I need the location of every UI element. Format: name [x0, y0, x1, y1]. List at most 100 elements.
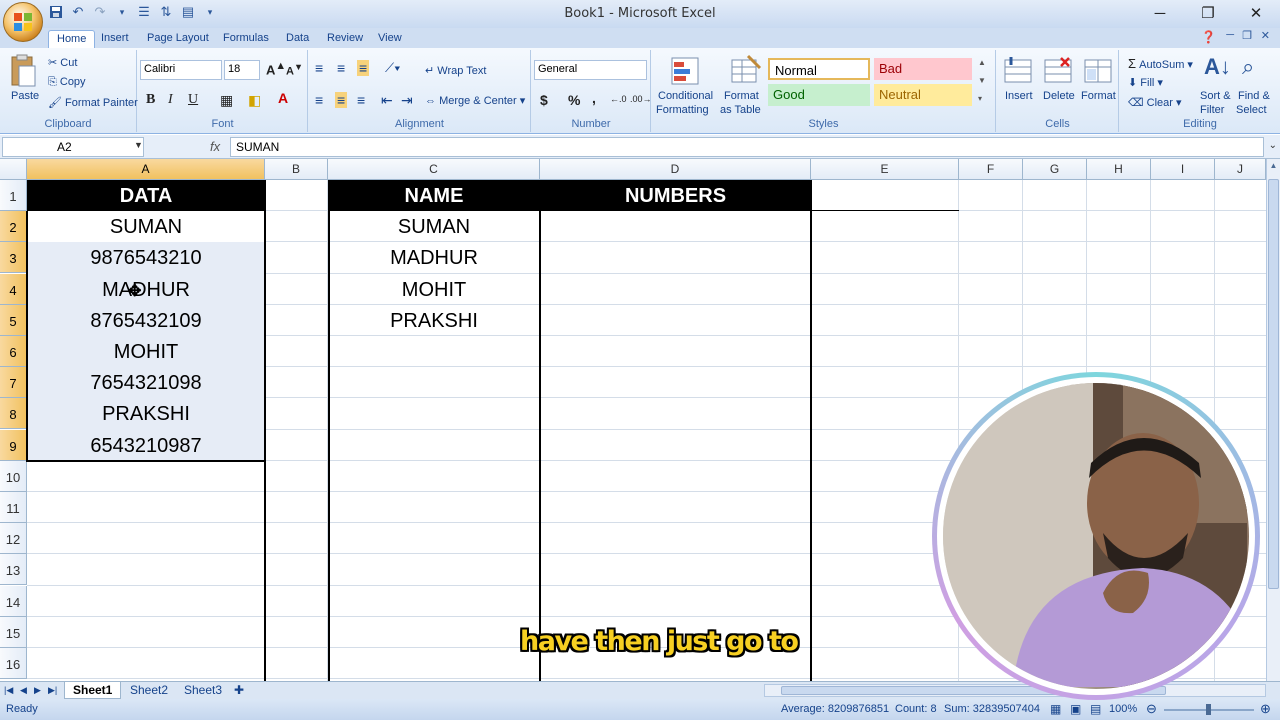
bottom-align-icon[interactable]: ≡ — [357, 60, 370, 76]
paste-icon[interactable] — [6, 54, 40, 90]
increase-decimal-icon[interactable]: ←.0 — [610, 94, 627, 104]
format-painter-button[interactable]: 🖌 Format Painter — [48, 96, 138, 109]
sheet-tab-2[interactable]: Sheet2 — [126, 682, 172, 699]
close-workbook-icon[interactable]: ✕ — [1261, 29, 1270, 42]
format-cells-button[interactable]: Format — [1081, 90, 1116, 102]
restore-button[interactable]: ❐ — [1184, 0, 1232, 26]
row-header-16[interactable]: 16 — [0, 648, 27, 679]
page-break-view-icon[interactable]: ▤ — [1090, 702, 1101, 716]
row-header-11[interactable]: 11 — [0, 492, 27, 523]
name-box[interactable]: A2 — [2, 137, 144, 157]
insert-cells-button[interactable]: Insert — [1005, 90, 1033, 102]
page-layout-view-icon[interactable]: ▣ — [1070, 702, 1081, 716]
data-cell[interactable]: MADHUR — [27, 274, 265, 305]
tab-view[interactable]: View — [370, 30, 410, 48]
middle-align-icon[interactable]: ≡ — [337, 60, 345, 76]
underline-button[interactable]: U — [188, 92, 198, 108]
fill-color-icon[interactable]: ◧ — [248, 92, 261, 109]
row-header-6[interactable]: 6 — [0, 336, 27, 367]
sort-filter-button[interactable]: Sort & — [1200, 90, 1231, 102]
row-header-7[interactable]: 7 — [0, 367, 27, 399]
column-header-d[interactable]: D — [540, 159, 811, 180]
styles-scroll-down-icon[interactable]: ▼ — [978, 76, 986, 85]
column-header-i[interactable]: I — [1151, 159, 1215, 180]
merge-center-button[interactable]: ⇔ Merge & Center ▾ — [425, 94, 525, 107]
sheet-tab-3[interactable]: Sheet3 — [180, 682, 226, 699]
row-header-4[interactable]: 4 — [0, 273, 27, 305]
formula-input[interactable]: SUMAN — [230, 137, 1264, 157]
fill-button[interactable]: ⬇ Fill ▾ — [1128, 76, 1163, 89]
tab-home[interactable]: Home — [48, 30, 96, 48]
data-cell[interactable]: 8765432109 — [27, 305, 265, 336]
name-cell[interactable]: PRAKSHI — [328, 305, 540, 336]
horizontal-scrollbar[interactable] — [764, 684, 1266, 697]
minimize-workbook-icon[interactable]: ─ — [1226, 29, 1234, 41]
close-button[interactable]: ✕ — [1232, 0, 1280, 26]
paste-button[interactable]: Paste — [11, 90, 39, 102]
align-right-icon[interactable]: ≡ — [357, 92, 365, 108]
number-format-select[interactable]: General — [534, 60, 647, 80]
zoom-in-icon[interactable]: ⊕ — [1260, 701, 1271, 717]
row-header-3[interactable]: 3 — [0, 242, 27, 274]
format-as-table-button[interactable]: Format — [724, 90, 759, 102]
data-cell[interactable]: 7654321098 — [27, 367, 265, 398]
last-sheet-icon[interactable]: ▶| — [48, 682, 57, 699]
delete-cells-button[interactable]: Delete — [1043, 90, 1075, 102]
style-bad[interactable]: Bad — [874, 58, 972, 80]
expand-formula-icon[interactable]: ⌄ — [1269, 140, 1277, 151]
column-header-c[interactable]: C — [328, 159, 540, 180]
top-align-icon[interactable]: ≡ — [315, 60, 323, 76]
comma-button[interactable]: , — [592, 90, 596, 106]
bold-button[interactable]: B — [146, 92, 155, 108]
shrink-font-button[interactable]: A▼ — [286, 62, 303, 78]
orientation-icon[interactable]: ⟋▾ — [385, 60, 400, 76]
sheet-tab-1[interactable]: Sheet1 — [64, 682, 122, 699]
format-cells-icon[interactable] — [1083, 54, 1113, 89]
style-good[interactable]: Good — [768, 84, 870, 106]
percent-button[interactable]: % — [568, 92, 580, 108]
clear-button[interactable]: ⌫ Clear ▾ — [1128, 96, 1182, 109]
column-header-a[interactable]: A — [27, 159, 265, 180]
binoculars-icon[interactable]: ⌕ — [1242, 54, 1254, 80]
italic-button[interactable]: I — [168, 92, 173, 108]
tab-formulas[interactable]: Formulas — [215, 30, 277, 48]
borders-icon[interactable]: ▦ — [220, 92, 233, 109]
grow-font-button[interactable]: A▲ — [266, 60, 286, 77]
name-header-cell[interactable]: NAME — [328, 180, 540, 211]
data-cell[interactable]: 6543210987 — [27, 430, 265, 461]
vertical-scroll-thumb[interactable] — [1268, 179, 1279, 589]
column-header-e[interactable]: E — [811, 159, 959, 180]
cut-button[interactable]: ✂ Cut — [48, 56, 77, 69]
normal-view-icon[interactable]: ▦ — [1050, 702, 1061, 716]
style-neutral[interactable]: Neutral — [874, 84, 972, 106]
conditional-formatting-button[interactable]: Conditional — [658, 90, 713, 102]
minimize-button[interactable]: ─ — [1136, 0, 1184, 26]
copy-button[interactable]: ⎘ Copy — [48, 76, 86, 89]
next-sheet-icon[interactable]: ▶ — [34, 682, 41, 699]
row-header-1[interactable]: 1 — [0, 180, 27, 211]
conditional-formatting-icon[interactable] — [668, 54, 708, 90]
styles-scroll-up-icon[interactable]: ▲ — [978, 58, 986, 67]
tab-review[interactable]: Review — [319, 30, 371, 48]
name-cell[interactable]: SUMAN — [328, 211, 540, 242]
align-left-icon[interactable]: ≡ — [315, 92, 323, 108]
scroll-up-icon[interactable]: ▲ — [1268, 161, 1279, 173]
wrap-text-button[interactable]: ↵ Wrap Text — [425, 64, 486, 77]
data-header-cell[interactable]: DATA — [27, 180, 265, 211]
first-sheet-icon[interactable]: |◀ — [4, 682, 13, 699]
row-header-10[interactable]: 10 — [0, 460, 27, 492]
data-cell[interactable]: PRAKSHI — [27, 398, 265, 429]
tab-page-layout[interactable]: Page Layout — [139, 30, 217, 48]
zoom-out-icon[interactable]: ⊖ — [1146, 701, 1157, 717]
find-select-button[interactable]: Find & — [1238, 90, 1270, 102]
name-cell[interactable]: MOHIT — [328, 274, 540, 305]
format-as-table-icon[interactable] — [728, 54, 764, 90]
column-header-g[interactable]: G — [1023, 159, 1087, 180]
tab-insert[interactable]: Insert — [93, 30, 137, 48]
vertical-scrollbar[interactable]: ▲ — [1266, 159, 1280, 681]
decrease-decimal-icon[interactable]: .00→ — [630, 94, 652, 104]
zoom-slider-thumb[interactable] — [1206, 704, 1211, 715]
autosum-button[interactable]: Σ AutoSum ▾ — [1128, 56, 1193, 71]
name-cell[interactable]: MADHUR — [328, 242, 540, 273]
row-header-12[interactable]: 12 — [0, 523, 27, 555]
